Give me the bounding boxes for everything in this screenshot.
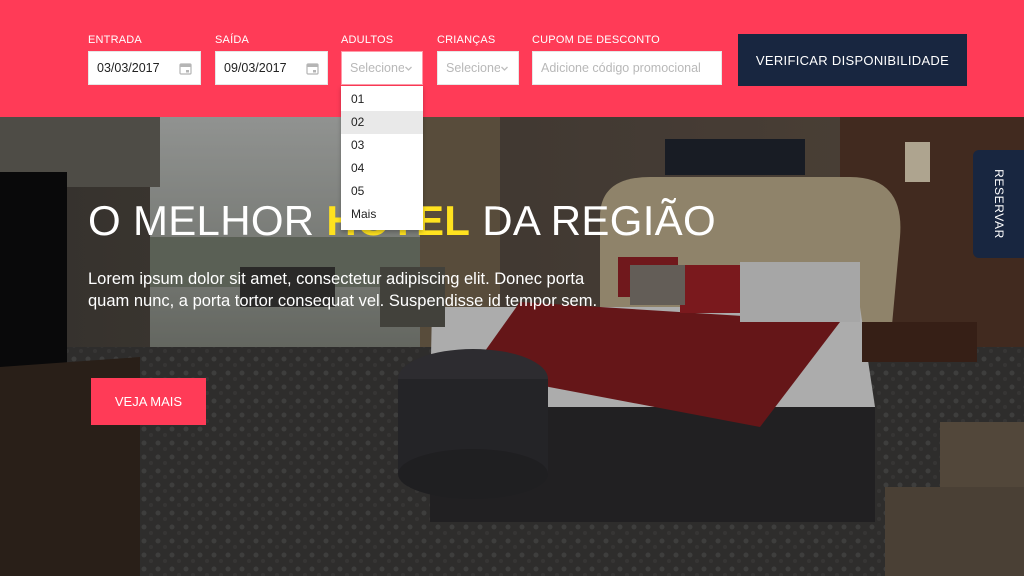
adults-option-more[interactable]: Mais <box>341 203 423 226</box>
check-availability-button[interactable]: VERIFICAR DISPONIBILIDADE <box>738 34 967 86</box>
adults-option-03[interactable]: 03 <box>341 134 423 157</box>
adults-option-04[interactable]: 04 <box>341 157 423 180</box>
coupon-input-placeholder: Adicione código promocional <box>541 61 701 75</box>
children-select[interactable]: Selecione <box>437 51 519 85</box>
adults-option-02[interactable]: 02 <box>341 111 423 134</box>
adults-select[interactable]: Selecione <box>341 51 423 85</box>
children-label: CRIANÇAS <box>437 34 496 46</box>
see-more-button[interactable]: VEJA MAIS <box>91 378 206 425</box>
checkin-label: ENTRADA <box>88 34 142 46</box>
adults-label: ADULTOS <box>341 34 394 46</box>
children-select-placeholder: Selecione <box>446 61 500 75</box>
adults-select-placeholder: Selecione <box>350 61 404 75</box>
chevron-down-icon <box>501 66 508 71</box>
booking-bar: ENTRADA 03/03/2017 SAÍDA 09/03/2017 ADUL… <box>0 0 1024 117</box>
adults-option-05[interactable]: 05 <box>341 180 423 203</box>
coupon-label: CUPOM DE DESCONTO <box>532 34 660 46</box>
hero-headline-start: O MELHOR <box>88 197 327 244</box>
checkout-date-field[interactable]: 09/03/2017 <box>215 51 328 85</box>
adults-option-01[interactable]: 01 <box>341 88 423 111</box>
calendar-icon[interactable] <box>306 62 319 75</box>
adults-dropdown-list: 01 02 03 04 05 Mais <box>341 86 423 230</box>
hero-dark-overlay <box>0 117 1024 576</box>
checkin-date-field[interactable]: 03/03/2017 <box>88 51 201 85</box>
hero-headline-end: DA REGIÃO <box>470 197 716 244</box>
checkout-label: SAÍDA <box>215 34 250 46</box>
reserve-side-tab-label: RESERVAR <box>991 169 1006 239</box>
checkin-date-value: 03/03/2017 <box>97 61 160 75</box>
checkout-date-value: 09/03/2017 <box>224 61 287 75</box>
coupon-input[interactable]: Adicione código promocional <box>532 51 722 85</box>
hero-description: Lorem ipsum dolor sit amet, consectetur … <box>88 270 598 310</box>
chevron-down-icon <box>405 66 412 71</box>
calendar-icon[interactable] <box>179 62 192 75</box>
reserve-side-tab[interactable]: RESERVAR <box>973 150 1024 258</box>
hero-background-image <box>0 117 1024 576</box>
